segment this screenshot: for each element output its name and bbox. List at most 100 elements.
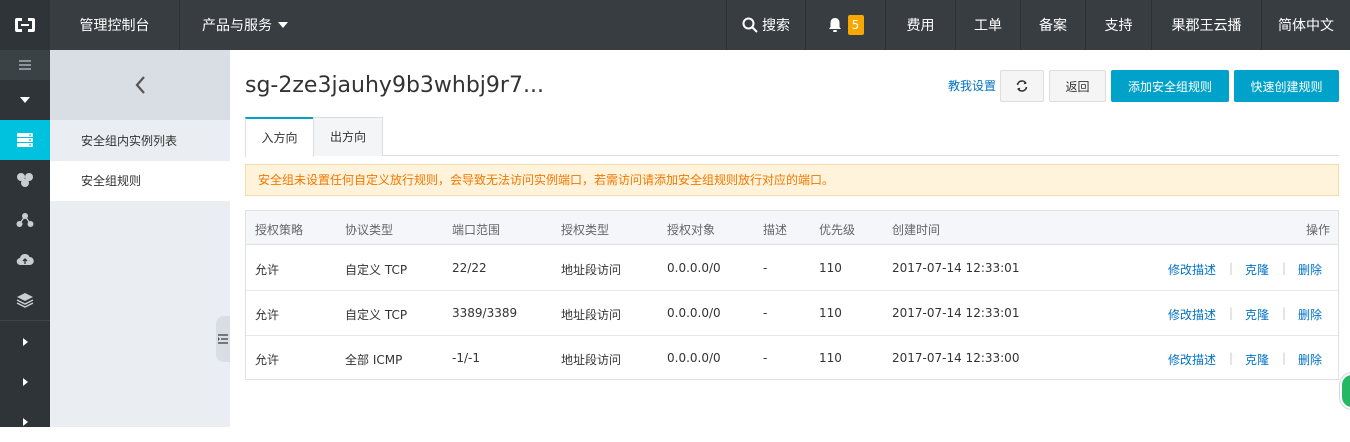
sidebar-item-storage[interactable] xyxy=(0,280,50,320)
cell-description: - xyxy=(763,306,768,320)
sidebar-collapse-button[interactable] xyxy=(0,80,50,120)
delete-link[interactable]: 删除 xyxy=(1298,261,1322,278)
notifications-button[interactable]: 5 xyxy=(806,0,886,50)
billing-label: 费用 xyxy=(906,18,935,34)
column-header-auth-type: 授权类型 xyxy=(561,223,610,237)
edit-description-link[interactable]: 修改描述 xyxy=(1168,306,1216,323)
products-menu[interactable]: 产品与服务 xyxy=(180,0,310,50)
quick-create-rule-button[interactable]: 快速创建规则 xyxy=(1234,70,1339,102)
action-separator: | xyxy=(1229,351,1234,365)
cell-description: - xyxy=(763,351,768,365)
notification-count-badge: 5 xyxy=(847,15,864,35)
column-header-description: 描述 xyxy=(763,223,788,237)
action-separator: | xyxy=(1229,306,1234,320)
aliyun-logo[interactable] xyxy=(0,0,50,50)
cloud-upload-icon xyxy=(16,253,34,266)
clone-link[interactable]: 克隆 xyxy=(1245,351,1269,368)
action-separator: | xyxy=(1229,261,1234,275)
back-button[interactable]: 返回 xyxy=(1049,70,1106,102)
secondary-sidebar: 安全组内实例列表 安全组规则 xyxy=(50,50,230,427)
sidebar-expand-item-3[interactable] xyxy=(0,402,50,442)
column-header-policy: 授权策略 xyxy=(255,223,304,237)
cell-protocol: 自定义 TCP xyxy=(345,308,408,322)
edit-description-link[interactable]: 修改描述 xyxy=(1168,351,1216,368)
page-title: sg-2ze3jauhy9b3whbj9r7... xyxy=(245,73,544,98)
cell-created: 2017-07-14 12:33:01 xyxy=(892,261,1020,275)
floating-help-button[interactable] xyxy=(1340,373,1350,409)
direction-tabs: 入方向 出方向 xyxy=(245,117,1339,157)
products-label: 产品与服务 xyxy=(202,18,272,34)
cluster-icon xyxy=(17,173,33,187)
search-button[interactable]: 搜索 xyxy=(726,0,806,50)
console-home-link[interactable]: 管理控制台 xyxy=(50,0,180,50)
warning-notice: 安全组未设置任何自定义放行规则，会导致无法访问实例端口，若需访问请添加安全组规则… xyxy=(245,164,1339,196)
support-label: 支持 xyxy=(1104,18,1133,34)
language-menu[interactable]: 简体中文 xyxy=(1262,0,1350,50)
user-name: 果郡王云播 xyxy=(1171,18,1242,34)
logo-icon xyxy=(15,18,35,32)
chevron-left-icon xyxy=(135,76,145,94)
support-link[interactable]: 支持 xyxy=(1086,0,1152,50)
cell-policy: 允许 xyxy=(255,308,280,322)
left-icon-sidebar xyxy=(0,50,50,427)
sidebar-expand-item-1[interactable] xyxy=(0,322,50,362)
table-header: 授权策略 协议类型 端口范围 授权类型 授权对象 描述 优先级 创建时间 操作 xyxy=(246,211,1338,245)
cell-created: 2017-07-14 12:33:00 xyxy=(892,351,1020,365)
sidebar-item-ecs[interactable] xyxy=(0,120,50,160)
cell-priority: 110 xyxy=(819,306,842,320)
cell-port: 3389/3389 xyxy=(452,306,518,320)
console-label: 管理控制台 xyxy=(79,18,150,34)
tab-outbound[interactable]: 出方向 xyxy=(313,117,383,156)
table-row: 允许 全部 ICMP -1/-1 地址段访问 0.0.0.0/0 - 110 2… xyxy=(246,336,1338,381)
top-navigation-bar: 管理控制台 产品与服务 搜索 5 费用 工单 备案 支持 果郡王云播 简体中文 xyxy=(0,0,1350,50)
icp-label: 备案 xyxy=(1039,18,1067,34)
cell-auth-object: 0.0.0.0/0 xyxy=(667,306,721,320)
cell-description: - xyxy=(763,261,768,275)
billing-link[interactable]: 费用 xyxy=(886,0,956,50)
column-header-actions: 操作 xyxy=(1306,223,1331,237)
edit-description-link[interactable]: 修改描述 xyxy=(1168,261,1216,278)
search-label: 搜索 xyxy=(762,18,790,34)
caret-right-icon xyxy=(22,338,28,346)
sidebar-item-cloud[interactable] xyxy=(0,240,50,280)
cell-auth-type: 地址段访问 xyxy=(561,263,622,277)
caret-right-icon xyxy=(22,378,28,386)
cell-auth-type: 地址段访问 xyxy=(561,353,622,367)
server-icon xyxy=(17,133,33,147)
delete-link[interactable]: 删除 xyxy=(1298,306,1322,323)
column-header-created: 创建时间 xyxy=(892,223,941,237)
clone-link[interactable]: 克隆 xyxy=(1245,306,1269,323)
cell-priority: 110 xyxy=(819,351,842,365)
user-menu[interactable]: 果郡王云播 xyxy=(1152,0,1262,50)
subnav-item-rules[interactable]: 安全组规则 xyxy=(50,161,230,201)
cell-auth-object: 0.0.0.0/0 xyxy=(667,261,721,275)
rules-table: 授权策略 协议类型 端口范围 授权类型 授权对象 描述 优先级 创建时间 操作 … xyxy=(245,210,1339,380)
back-navigation-button[interactable] xyxy=(50,50,230,120)
sidebar-divider xyxy=(0,320,50,321)
subnav-item-instances[interactable]: 安全组内实例列表 xyxy=(50,121,230,161)
search-icon xyxy=(742,17,758,33)
cell-port: -1/-1 xyxy=(452,351,480,365)
tab-inbound[interactable]: 入方向 xyxy=(245,117,314,157)
icp-link[interactable]: 备案 xyxy=(1021,0,1086,50)
clone-link[interactable]: 克隆 xyxy=(1245,261,1269,278)
cell-created: 2017-07-14 12:33:01 xyxy=(892,306,1020,320)
refresh-icon xyxy=(1016,80,1028,92)
tickets-link[interactable]: 工单 xyxy=(956,0,1021,50)
delete-link[interactable]: 删除 xyxy=(1298,351,1322,368)
guide-link[interactable]: 教我设置 xyxy=(948,77,996,94)
list-collapse-icon xyxy=(218,334,228,344)
sidebar-item-cluster[interactable] xyxy=(0,160,50,200)
tickets-label: 工单 xyxy=(974,18,1002,34)
cell-policy: 允许 xyxy=(255,353,280,367)
add-rule-button[interactable]: 添加安全组规则 xyxy=(1111,70,1229,102)
sidebar-collapse-handle[interactable] xyxy=(216,316,230,362)
refresh-button[interactable] xyxy=(1000,70,1044,102)
sidebar-menu-toggle[interactable] xyxy=(0,50,50,80)
layers-icon xyxy=(16,293,34,308)
cell-policy: 允许 xyxy=(255,263,280,277)
sidebar-expand-item-2[interactable] xyxy=(0,362,50,402)
column-header-priority: 优先级 xyxy=(819,223,856,237)
sidebar-item-network[interactable] xyxy=(0,200,50,240)
menu-icon xyxy=(19,60,31,70)
